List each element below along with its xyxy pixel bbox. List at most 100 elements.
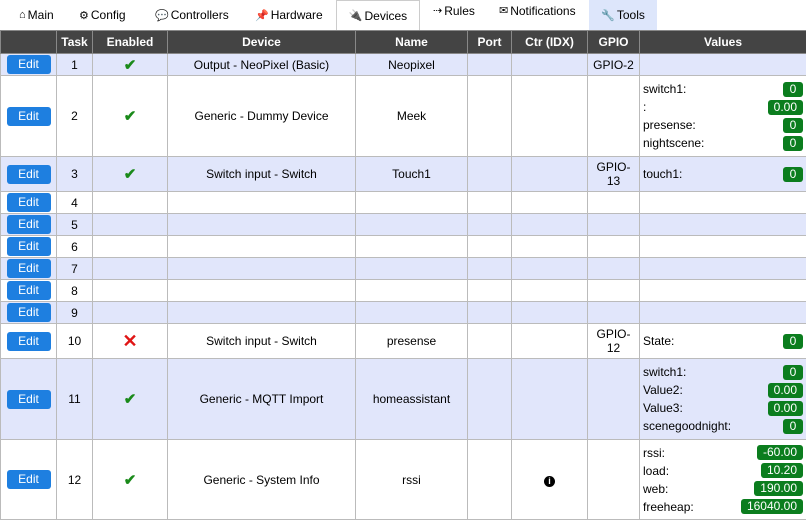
edit-button[interactable]: Edit <box>7 55 51 74</box>
header-device: Device <box>168 31 356 54</box>
value-row: freeheap:16040.00 <box>643 498 803 516</box>
value-label: web: <box>643 482 668 496</box>
header-values: Values <box>640 31 806 54</box>
edit-button[interactable]: Edit <box>7 281 51 300</box>
devices-table: Task Enabled Device Name Port Ctr (IDX) … <box>0 30 806 520</box>
ctr-cell <box>512 214 588 236</box>
value-badge: -60.00 <box>757 445 803 460</box>
tab-main[interactable]: ⌂Main <box>19 0 54 30</box>
values-cell <box>640 236 806 258</box>
value-row: switch1:0 <box>643 363 803 381</box>
value-row: presense:0 <box>643 116 803 134</box>
edit-cell: Edit <box>1 76 57 157</box>
port-cell <box>468 324 512 359</box>
task-cell: 5 <box>57 214 93 236</box>
gpio-cell <box>588 302 640 324</box>
check-icon: ✔ <box>124 108 137 125</box>
task-cell: 4 <box>57 192 93 214</box>
name-cell: Neopixel <box>356 54 468 76</box>
tab-label: Notifications <box>510 4 575 18</box>
table-row: Edit 1✔Output - NeoPixel (Basic)Neopixel G… <box>1 54 806 76</box>
values-cell: State:0 <box>640 324 806 359</box>
edit-cell: Edit <box>1 280 57 302</box>
ctr-cell <box>512 236 588 258</box>
table-header-row: Task Enabled Device Name Port Ctr (IDX) … <box>1 31 806 54</box>
edit-button[interactable]: Edit <box>7 165 51 184</box>
table-row: Edit10✕Switch input - SwitchpresenseGPIO… <box>1 324 806 359</box>
tab-config[interactable]: ⚙Config <box>79 0 126 30</box>
edit-button[interactable]: Edit <box>7 193 51 212</box>
edit-cell: Edit <box>1 214 57 236</box>
chat-icon: 💬 <box>155 9 169 22</box>
values-cell <box>640 214 806 236</box>
value-label: presense: <box>643 118 696 132</box>
task-cell: 10 <box>57 324 93 359</box>
device-cell <box>168 236 356 258</box>
device-type: Switch input - Switch <box>206 167 317 181</box>
edit-button[interactable]: Edit <box>7 259 51 278</box>
edit-button[interactable]: Edit <box>7 107 51 126</box>
ctr-cell <box>512 54 588 76</box>
device-cell <box>168 302 356 324</box>
name-cell <box>356 214 468 236</box>
value-label: Value2: <box>643 383 683 397</box>
value-badge: 16040.00 <box>741 499 803 514</box>
value-badge: 0.00 <box>768 383 803 398</box>
edit-button[interactable]: Edit <box>7 390 51 409</box>
value-badge: 0 <box>783 167 803 182</box>
port-cell <box>468 280 512 302</box>
tab-tools[interactable]: 🔧Tools <box>589 0 657 30</box>
edit-button[interactable]: Edit <box>7 303 51 322</box>
tab-label: Tools <box>617 8 645 22</box>
task-cell: 1 <box>57 54 93 76</box>
check-icon: ✔ <box>124 472 137 489</box>
table-row: Edit8 <box>1 280 806 302</box>
gpio-cell <box>588 192 640 214</box>
tab-label: Controllers <box>171 8 229 22</box>
edit-button[interactable]: Edit <box>7 215 51 234</box>
tab-label: Devices <box>365 9 408 23</box>
name-cell <box>356 302 468 324</box>
task-number: 6 <box>71 240 78 254</box>
gpio-label: GPIO-2 <box>588 58 639 72</box>
name-cell: presense <box>356 324 468 359</box>
port-cell <box>468 302 512 324</box>
table-row: Edit2✔Generic - Dummy DeviceMeekswitch1:… <box>1 76 806 157</box>
device-cell: Generic - Dummy Device <box>168 76 356 157</box>
ctr-cell <box>512 280 588 302</box>
gpio-cell <box>588 236 640 258</box>
gpio-cell <box>588 359 640 440</box>
edit-cell: Edit <box>1 440 57 520</box>
value-label: rssi: <box>643 446 665 460</box>
edit-button[interactable]: Edit <box>7 470 51 489</box>
enabled-cell: ✕ <box>93 324 168 359</box>
enabled-cell: ✔ <box>93 54 168 76</box>
ctr-cell: i <box>512 440 588 520</box>
ctr-cell <box>512 76 588 157</box>
value-badge: 0 <box>783 82 803 97</box>
wrench-icon: 🔧 <box>601 9 615 22</box>
port-cell <box>468 258 512 280</box>
device-cell <box>168 280 356 302</box>
device-cell: Generic - MQTT Import <box>168 359 356 440</box>
gpio-cell: GPIO-12 <box>588 324 640 359</box>
tab-hardware[interactable]: 📌Hardware <box>255 0 323 30</box>
value-label: nightscene: <box>643 136 704 150</box>
tab-label: Config <box>91 8 126 22</box>
enabled-cell <box>93 302 168 324</box>
device-cell: Output - NeoPixel (Basic) <box>168 54 356 76</box>
header-gpio: GPIO <box>588 31 640 54</box>
value-label: touch1: <box>643 167 682 181</box>
tab-notifications[interactable]: ✉Notifications <box>499 0 576 30</box>
value-badge: 0 <box>783 419 803 434</box>
tab-devices[interactable]: 🔌Devices <box>336 0 420 30</box>
values-cell: switch1:0:0.00presense:0nightscene:0 <box>640 76 806 157</box>
edit-button[interactable]: Edit <box>7 237 51 256</box>
tab-controllers[interactable]: 💬Controllers <box>155 0 229 30</box>
plug-icon: 🔌 <box>349 9 363 22</box>
value-badge: 0 <box>783 365 803 380</box>
edit-button[interactable]: Edit <box>7 332 51 351</box>
tab-rules[interactable]: ⇢Rules <box>433 0 475 30</box>
check-icon: ✔ <box>124 391 137 408</box>
gpio-label: GPIO- <box>588 160 639 174</box>
